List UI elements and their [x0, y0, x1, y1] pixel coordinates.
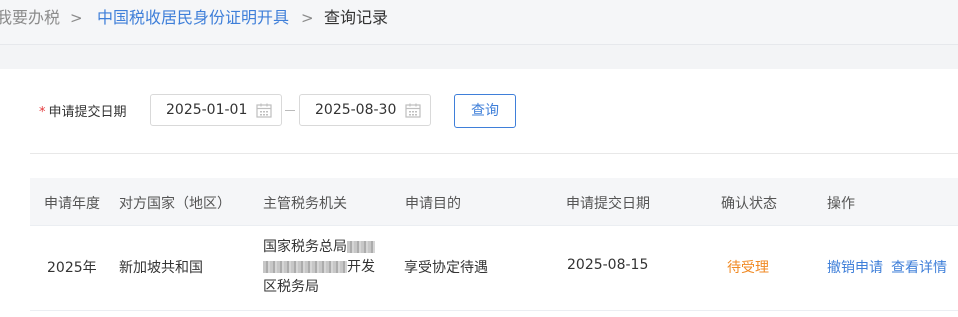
submit-date-label: * 申请提交日期 — [39, 101, 127, 120]
end-date-input[interactable]: 2025-08-30 — [299, 94, 431, 126]
authority-line-1: 国家税务总局 — [263, 239, 347, 255]
cancel-application-link[interactable]: 撤销申请 — [827, 257, 883, 277]
calendar-icon[interactable] — [405, 103, 421, 118]
authority-line-2: 开发 — [347, 259, 375, 275]
table-row: 2025年 新加坡共和国 国家税务总局 开发 区税务局 享受协定待遇 2025-… — [30, 226, 958, 311]
header-country: 对方国家（地区） — [119, 196, 231, 212]
end-date-value: 2025-08-30 — [315, 102, 397, 118]
breadcrumb-separator: > — [301, 9, 314, 27]
cell-submit-date: 2025-08-15 — [567, 257, 649, 273]
divider — [30, 153, 958, 154]
header-authority: 主管税务机关 — [263, 196, 347, 212]
query-panel: * 申请提交日期 2025-01-01 2025-08-30 查询 申请年度 对方… — [0, 69, 958, 317]
breadcrumb: 我要办税 > 中国税收居民身份证明开具 > 查询记录 — [0, 0, 958, 45]
query-button[interactable]: 查询 — [454, 94, 516, 128]
table-header: 申请年度 对方国家（地区） 主管税务机关 申请目的 申请提交日期 确认状态 操作 — [30, 178, 958, 226]
cell-authority: 国家税务总局 开发 区税务局 — [263, 237, 383, 297]
required-mark: * — [39, 105, 46, 120]
view-details-link[interactable]: 查看详情 — [891, 257, 947, 277]
breadcrumb-separator: > — [70, 9, 83, 27]
header-submit-date: 申请提交日期 — [566, 196, 650, 212]
header-status: 确认状态 — [721, 196, 777, 212]
redacted-text — [263, 261, 347, 273]
breadcrumb-item-certificate[interactable]: 中国税收居民身份证明开具 — [97, 0, 289, 36]
header-actions: 操作 — [827, 196, 855, 212]
breadcrumb-item-current: 查询记录 — [324, 8, 389, 27]
start-date-input[interactable]: 2025-01-01 — [150, 94, 282, 126]
start-date-value: 2025-01-01 — [166, 102, 248, 118]
breadcrumb-item-tax[interactable]: 我要办税 — [0, 0, 60, 36]
status-badge: 待受理 — [727, 260, 769, 276]
calendar-icon[interactable] — [256, 103, 272, 118]
redacted-text — [347, 241, 375, 253]
cell-year: 2025年 — [47, 260, 97, 276]
cell-purpose: 享受协定待遇 — [404, 260, 488, 276]
authority-line-3: 区税务局 — [263, 279, 319, 295]
date-range-separator — [285, 110, 295, 111]
header-year: 申请年度 — [44, 196, 100, 212]
cell-country: 新加坡共和国 — [119, 260, 203, 276]
submit-date-label-text: 申请提交日期 — [48, 105, 127, 120]
header-purpose: 申请目的 — [405, 196, 461, 212]
